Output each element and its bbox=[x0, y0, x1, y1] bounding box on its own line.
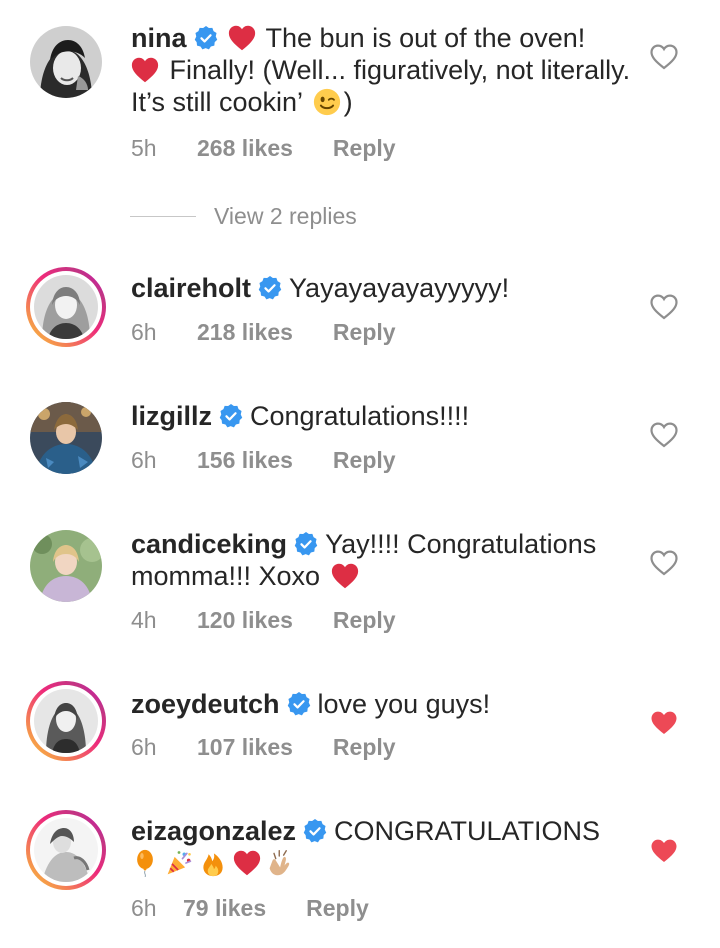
comment-body: momma!!! Xoxo bbox=[131, 561, 321, 591]
avatar[interactable] bbox=[26, 267, 106, 347]
verified-badge-icon bbox=[302, 818, 328, 844]
likes-count[interactable]: 120 likes bbox=[197, 606, 293, 634]
verified-badge-icon bbox=[193, 25, 219, 51]
red-heart-emoji bbox=[131, 56, 159, 84]
red-heart-emoji bbox=[331, 562, 359, 590]
username[interactable]: candiceking bbox=[131, 529, 287, 559]
avatar[interactable] bbox=[26, 398, 106, 478]
heart-icon[interactable] bbox=[650, 44, 678, 70]
reply-button[interactable]: Reply bbox=[333, 733, 396, 761]
reply-button[interactable]: Reply bbox=[333, 446, 396, 474]
heart-icon[interactable] bbox=[650, 294, 678, 320]
comment-meta: 6h 79 likes Reply bbox=[131, 894, 369, 922]
verified-badge-icon bbox=[257, 275, 283, 301]
timestamp: 5h bbox=[131, 135, 157, 161]
username[interactable]: claireholt bbox=[131, 273, 251, 303]
divider bbox=[130, 215, 196, 217]
timestamp: 6h bbox=[131, 895, 157, 921]
avatar[interactable] bbox=[26, 526, 106, 606]
reply-button[interactable]: Reply bbox=[333, 134, 396, 162]
avatar-photo bbox=[30, 402, 102, 474]
comment-meta: 6h 218 likes Reply bbox=[131, 318, 396, 346]
winking-face-emoji bbox=[313, 88, 341, 116]
timestamp: 6h bbox=[131, 447, 157, 473]
verified-badge-icon bbox=[218, 403, 244, 429]
avatar-photo bbox=[34, 689, 98, 753]
likes-count[interactable]: 218 likes bbox=[197, 318, 293, 346]
timestamp: 6h bbox=[131, 319, 157, 345]
comment-meta: 6h 156 likes Reply bbox=[131, 446, 396, 474]
likes-count[interactable]: 79 likes bbox=[183, 894, 266, 922]
avatar-photo bbox=[30, 26, 102, 98]
clapping-hands-emoji bbox=[267, 849, 295, 877]
comment-body: love you guys! bbox=[317, 689, 491, 719]
party-popper-emoji bbox=[165, 849, 193, 877]
comment-text: zoeydeutch love you guys! bbox=[131, 688, 631, 720]
verified-badge-icon bbox=[286, 691, 312, 717]
likes-count[interactable]: 107 likes bbox=[197, 733, 293, 761]
username[interactable]: nina bbox=[131, 23, 187, 53]
reply-button[interactable]: Reply bbox=[306, 894, 369, 922]
avatar-frame bbox=[30, 26, 102, 98]
heart-icon[interactable] bbox=[650, 710, 678, 736]
avatar-frame bbox=[30, 814, 102, 886]
comment-body: ) bbox=[343, 87, 353, 117]
timestamp: 4h bbox=[131, 607, 157, 633]
comment-text: claireholt Yayayayayayyyyy! bbox=[131, 272, 631, 304]
comment-body: Finally! (Well... figuratively, not lite… bbox=[131, 55, 631, 117]
reply-button[interactable]: Reply bbox=[333, 606, 396, 634]
avatar-frame bbox=[30, 685, 102, 757]
comment-text: eizagonzalez CONGRATULATIONS bbox=[131, 815, 631, 879]
comment-meta: 5h 268 likes Reply bbox=[131, 134, 396, 162]
avatar[interactable] bbox=[26, 22, 106, 102]
comment-body: Congratulations!!!! bbox=[250, 401, 470, 431]
comment-text: candiceking Yay!!!! Congratulations momma!… bbox=[131, 528, 631, 592]
comment-body: Yayayayayayyyyy! bbox=[289, 273, 510, 303]
comment-meta: 4h 120 likes Reply bbox=[131, 606, 396, 634]
comment-body: The bun is out of the oven! bbox=[265, 23, 586, 53]
comment-body: Yay!!!! Congratulations bbox=[325, 529, 597, 559]
heart-icon[interactable] bbox=[650, 550, 678, 576]
view-replies-button[interactable]: View 2 replies bbox=[130, 202, 357, 230]
likes-count[interactable]: 268 likes bbox=[197, 134, 293, 162]
comment-text: lizgillz Congratulations!!!! bbox=[131, 400, 631, 432]
comment-text: nina The bun is out of the oven! Finally… bbox=[131, 22, 631, 118]
avatar-frame bbox=[30, 271, 102, 343]
avatar[interactable] bbox=[26, 681, 106, 761]
avatar-photo bbox=[34, 275, 98, 339]
avatar-photo bbox=[30, 530, 102, 602]
avatar[interactable] bbox=[26, 810, 106, 890]
likes-count[interactable]: 156 likes bbox=[197, 446, 293, 474]
red-heart-emoji bbox=[233, 849, 261, 877]
avatar-frame bbox=[30, 402, 102, 474]
red-heart-emoji bbox=[228, 24, 256, 52]
avatar-photo bbox=[34, 818, 98, 882]
fire-emoji bbox=[199, 849, 227, 877]
username[interactable]: lizgillz bbox=[131, 401, 212, 431]
view-replies-label: View 2 replies bbox=[214, 202, 357, 229]
avatar-frame bbox=[30, 530, 102, 602]
comment-body: CONGRATULATIONS bbox=[334, 816, 601, 846]
heart-icon[interactable] bbox=[650, 838, 678, 864]
username[interactable]: eizagonzalez bbox=[131, 816, 296, 846]
timestamp: 6h bbox=[131, 734, 157, 760]
heart-icon[interactable] bbox=[650, 422, 678, 448]
username[interactable]: zoeydeutch bbox=[131, 689, 280, 719]
reply-button[interactable]: Reply bbox=[333, 318, 396, 346]
comment-meta: 6h 107 likes Reply bbox=[131, 733, 396, 761]
balloon-emoji bbox=[131, 849, 159, 877]
verified-badge-icon bbox=[293, 531, 319, 557]
